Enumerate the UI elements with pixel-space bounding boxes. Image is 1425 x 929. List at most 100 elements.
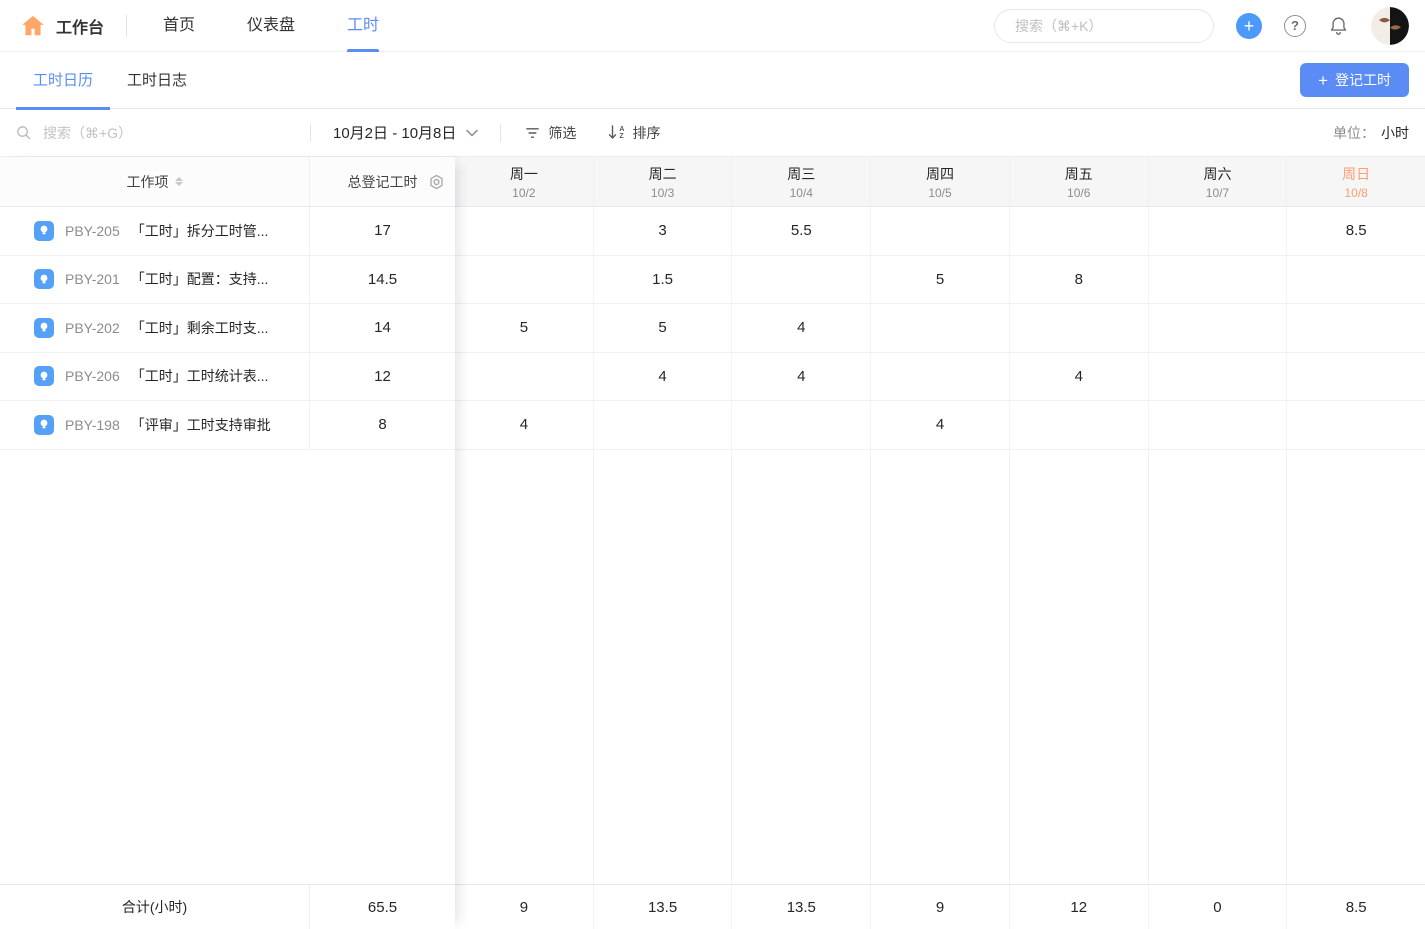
- hours-cell[interactable]: 8: [1010, 256, 1149, 304]
- work-item-title: 「评审」工时支持审批: [131, 415, 271, 435]
- work-item-title: 「工时」工时统计表...: [131, 366, 269, 386]
- hours-cell[interactable]: 4: [455, 401, 594, 449]
- sort-label: 排序: [632, 123, 660, 143]
- work-item-link[interactable]: PBY-201 「工时」配置：支持...: [0, 256, 310, 304]
- work-item-link[interactable]: PBY-205 「工时」拆分工时管...: [0, 207, 310, 255]
- help-icon[interactable]: ?: [1284, 15, 1306, 37]
- register-hours-button[interactable]: + 登记工时: [1300, 63, 1409, 97]
- create-plus-button[interactable]: +: [1236, 13, 1262, 39]
- work-item-title: 「工时」配置：支持...: [131, 269, 269, 289]
- work-item-code: PBY-201: [65, 271, 120, 287]
- table-row: PBY-198 「评审」工时支持审批 8: [0, 401, 455, 450]
- work-item-link[interactable]: PBY-198 「评审」工时支持审批: [0, 401, 310, 449]
- hours-cell[interactable]: [455, 207, 594, 255]
- hours-cell[interactable]: 1.5: [594, 256, 733, 304]
- hours-cell[interactable]: [455, 256, 594, 304]
- hours-cell[interactable]: [871, 353, 1010, 401]
- hours-cell[interactable]: 4: [732, 304, 871, 352]
- hours-cell[interactable]: [1010, 304, 1149, 352]
- filter-toolbar: 10月2日 - 10月8日 筛选 A Z 排序 单位：小时: [0, 109, 1425, 157]
- global-search-input[interactable]: [1015, 18, 1196, 34]
- user-avatar[interactable]: [1371, 7, 1409, 45]
- day-header-fri[interactable]: 周五10/6: [1010, 157, 1149, 206]
- table-search-input[interactable]: [43, 125, 302, 141]
- sort-button[interactable]: A Z 排序: [592, 123, 676, 143]
- hours-cell[interactable]: 3: [594, 207, 733, 255]
- lightbulb-icon: [34, 318, 54, 338]
- summary-label: 合计(小时): [0, 885, 310, 929]
- global-search[interactable]: [994, 9, 1214, 43]
- work-item-title: 「工时」剩余工时支...: [131, 318, 269, 338]
- hours-cell[interactable]: 5: [455, 304, 594, 352]
- home-icon: [20, 13, 46, 39]
- work-item-link[interactable]: PBY-202 「工时」剩余工时支...: [0, 304, 310, 352]
- hours-cell[interactable]: 8.5: [1287, 207, 1425, 255]
- hours-cell[interactable]: 5: [871, 256, 1010, 304]
- hours-cell[interactable]: [1149, 207, 1288, 255]
- hours-cell[interactable]: [1287, 401, 1425, 449]
- nav-item-home[interactable]: 首页: [137, 0, 221, 52]
- day-header-tue[interactable]: 周二10/3: [594, 157, 733, 206]
- toolbar-divider: [310, 124, 311, 142]
- hours-cell[interactable]: [1287, 304, 1425, 352]
- hours-cell[interactable]: 5: [594, 304, 733, 352]
- hours-cell[interactable]: 4: [871, 401, 1010, 449]
- frozen-pane-empty-area: [0, 450, 455, 885]
- column-header-work-item[interactable]: 工作项: [0, 157, 310, 206]
- workspace-label: 工作台: [56, 14, 104, 38]
- day-header-sat[interactable]: 周六10/7: [1149, 157, 1288, 206]
- lightbulb-icon: [34, 269, 54, 289]
- unit-value[interactable]: 小时: [1381, 125, 1409, 141]
- day-header-sun[interactable]: 周日10/8: [1287, 157, 1425, 206]
- sort-arrows-icon[interactable]: [175, 177, 183, 186]
- hours-cell[interactable]: [594, 401, 733, 449]
- hours-cell[interactable]: 4: [1010, 353, 1149, 401]
- column-header-total-hours: 总登记工时: [310, 157, 455, 206]
- sort-az-icon: A Z: [608, 125, 624, 140]
- table-row: PBY-206 「工时」工时统计表... 12: [0, 353, 455, 402]
- nav-item-dashboard[interactable]: 仪表盘: [221, 0, 321, 52]
- day-header-thu[interactable]: 周四10/5: [871, 157, 1010, 206]
- plus-icon: +: [1318, 72, 1328, 89]
- hours-cell[interactable]: [1149, 401, 1288, 449]
- chevron-down-icon: [466, 129, 478, 137]
- hours-cell[interactable]: [1149, 256, 1288, 304]
- hours-cell[interactable]: [732, 401, 871, 449]
- summary-day-total: 13.5: [732, 885, 871, 929]
- column-settings-icon[interactable]: [428, 173, 445, 190]
- work-item-link[interactable]: PBY-206 「工时」工时统计表...: [0, 353, 310, 401]
- frozen-header: 工作项 总登记工时: [0, 157, 455, 207]
- tab-worklog-journal[interactable]: 工时日志: [110, 52, 204, 109]
- table-row-values: 5 5 4: [455, 304, 1425, 353]
- hours-cell[interactable]: [1010, 401, 1149, 449]
- hours-cell[interactable]: [1287, 353, 1425, 401]
- table-search[interactable]: [16, 125, 302, 141]
- day-header-wed[interactable]: 周三10/4: [732, 157, 871, 206]
- hours-cell[interactable]: [1010, 207, 1149, 255]
- hours-cell[interactable]: [455, 353, 594, 401]
- hours-cell[interactable]: 4: [594, 353, 733, 401]
- hours-cell[interactable]: [732, 256, 871, 304]
- hours-cell[interactable]: [871, 304, 1010, 352]
- summary-day-total: 8.5: [1287, 885, 1425, 929]
- hours-cell[interactable]: 4: [732, 353, 871, 401]
- hours-cell[interactable]: 5.5: [732, 207, 871, 255]
- notification-bell-icon[interactable]: [1328, 15, 1349, 37]
- hours-cell[interactable]: [1149, 304, 1288, 352]
- date-range-picker[interactable]: 10月2日 - 10月8日: [319, 122, 492, 143]
- table-row-values: 4 4 4: [455, 353, 1425, 402]
- work-item-code: PBY-202: [65, 320, 120, 336]
- work-item-header-label: 工作项: [127, 172, 169, 192]
- work-item-title: 「工时」拆分工时管...: [131, 221, 269, 241]
- hours-cell[interactable]: [1149, 353, 1288, 401]
- day-header-row: 周一10/2 周二10/3 周三10/4 周四10/5 周五10/6 周六10/…: [455, 157, 1425, 207]
- hours-cell[interactable]: [871, 207, 1010, 255]
- worklog-calendar-table: 工作项 总登记工时 PBY-205 「工时」拆分工时管... 17: [0, 157, 1425, 929]
- hours-cell[interactable]: [1287, 256, 1425, 304]
- nav-item-worklog[interactable]: 工时: [321, 0, 405, 52]
- filter-button[interactable]: 筛选: [509, 123, 592, 143]
- day-header-mon[interactable]: 周一10/2: [455, 157, 594, 206]
- view-tabs-bar: 工时日历 工时日志 + 登记工时: [0, 52, 1425, 109]
- workspace-brand[interactable]: 工作台: [20, 13, 104, 39]
- tab-worklog-calendar[interactable]: 工时日历: [16, 52, 110, 109]
